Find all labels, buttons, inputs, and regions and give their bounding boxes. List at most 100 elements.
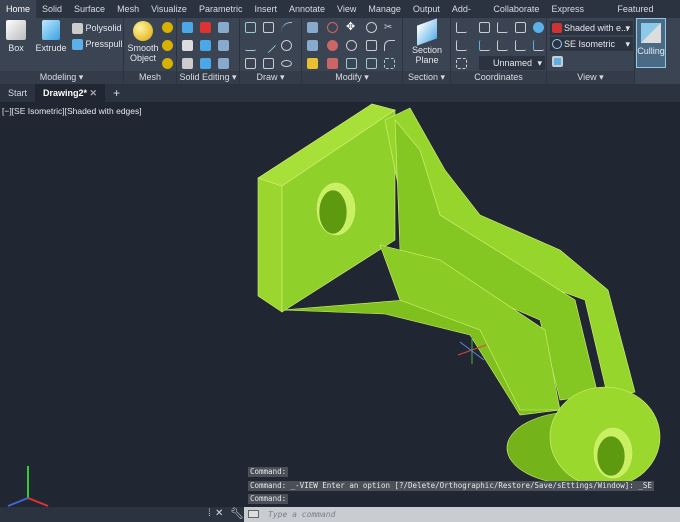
rectangle-icon[interactable] — [263, 58, 274, 69]
3d-rotate-icon[interactable] — [327, 40, 338, 51]
tab-view[interactable]: View — [331, 0, 362, 18]
move-icon[interactable]: ✥ — [346, 22, 357, 33]
panel-solid-editing: Solid Editing ▾ — [177, 18, 240, 84]
ucs-x-icon[interactable] — [479, 40, 490, 51]
scale-icon[interactable] — [346, 58, 357, 69]
union-icon[interactable] — [182, 22, 193, 33]
recent-commands-icon[interactable] — [248, 510, 259, 518]
refine-mesh-icon[interactable] — [162, 58, 173, 69]
panel-label-section[interactable]: Section ▾ — [403, 71, 450, 84]
ucs-origin-icon[interactable] — [497, 22, 508, 33]
named-ucs-dropdown[interactable]: Unnamed ▾ — [479, 56, 545, 70]
visual-style-dropdown[interactable]: Shaded with e... ▾ — [550, 21, 633, 35]
presspull-icon — [72, 39, 83, 51]
slice-icon[interactable] — [200, 40, 211, 51]
panel-label-view[interactable]: View ▾ — [547, 71, 634, 84]
tab-featured-apps[interactable]: Featured Apps — [611, 0, 680, 32]
command-input[interactable]: Type a command — [244, 507, 680, 522]
offset-icon[interactable] — [366, 58, 377, 69]
close-tab-icon[interactable]: ✕ — [90, 88, 98, 98]
tab-start[interactable]: Start — [0, 84, 35, 102]
spline-icon[interactable] — [245, 40, 256, 51]
section-plane-button[interactable]: Section Plane — [407, 18, 447, 65]
mirror-icon[interactable] — [307, 22, 318, 33]
new-tab-button[interactable]: + — [105, 84, 128, 102]
customize-wrench-icon[interactable]: 🔧︎ — [230, 507, 244, 520]
interfere-icon[interactable] — [182, 58, 193, 69]
edit-icon[interactable] — [307, 58, 318, 69]
tab-surface[interactable]: Surface — [68, 0, 111, 18]
tab-collaborate[interactable]: Collaborate — [487, 0, 545, 18]
box-label: Box — [8, 43, 24, 53]
tab-insert[interactable]: Insert — [248, 0, 283, 18]
presspull-button[interactable]: Presspull — [72, 39, 123, 51]
tab-mesh[interactable]: Mesh — [111, 0, 145, 18]
line-icon[interactable] — [260, 37, 277, 54]
smooth-more-icon[interactable] — [162, 22, 173, 33]
smooth-object-button[interactable]: Smooth Object — [127, 21, 159, 63]
extract-edges-icon[interactable] — [218, 22, 229, 33]
ellipse-icon[interactable] — [281, 60, 292, 67]
extrude-button[interactable]: Extrude — [34, 20, 68, 53]
ucs-previous-icon[interactable] — [515, 22, 526, 33]
tab-express-tools[interactable]: Express Tools — [545, 0, 611, 32]
tab-manage[interactable]: Manage — [362, 0, 407, 18]
3d-orbit-icon[interactable] — [327, 22, 338, 33]
ucs-icon-properties[interactable] — [533, 22, 544, 33]
box-icon — [6, 20, 26, 40]
viewpoint-dropdown[interactable]: SE Isometric ▾ — [550, 37, 633, 51]
visual-style-icon — [552, 23, 562, 33]
polyline-icon[interactable] — [245, 22, 256, 33]
ucs-3point-icon[interactable] — [533, 40, 544, 51]
array-icon[interactable] — [384, 58, 395, 69]
smooth-less-icon[interactable] — [162, 40, 173, 51]
drag-handle-icon[interactable]: ⁞ — [208, 508, 211, 519]
ucs-object-icon[interactable] — [456, 58, 467, 69]
tab-home[interactable]: Home — [0, 0, 37, 18]
tab-solid[interactable]: Solid — [36, 0, 68, 18]
panel-label-mesh[interactable]: Mesh — [124, 71, 176, 84]
ucs-axis-icon — [7, 466, 49, 507]
3d-scale-icon[interactable] — [327, 58, 338, 69]
trim-icon[interactable]: ✂ — [384, 22, 395, 33]
panel-label-draw[interactable]: Draw ▾ — [240, 71, 301, 84]
stretch-icon[interactable] — [366, 40, 377, 51]
shell-icon[interactable] — [218, 58, 229, 69]
circle-icon[interactable] — [281, 40, 292, 51]
panel-label-coordinates[interactable]: Coordinates — [451, 71, 546, 84]
intersect-icon[interactable] — [182, 40, 193, 51]
panel-label-modify[interactable]: Modify ▾ — [302, 71, 402, 84]
align-icon[interactable] — [307, 40, 318, 51]
ucs-view-icon[interactable] — [456, 40, 467, 51]
tab-parametric[interactable]: Parametric — [193, 0, 249, 18]
model-viewport[interactable] — [0, 102, 680, 507]
rotate-icon[interactable] — [346, 40, 357, 51]
tab-visualize[interactable]: Visualize — [145, 0, 193, 18]
panel-mesh: Smooth Object Mesh — [124, 18, 177, 84]
ucs-world-icon[interactable] — [479, 22, 490, 33]
panel-modify: ✥ ✂ Modify ▾ — [302, 18, 403, 84]
separate-icon[interactable] — [218, 40, 229, 51]
tab-annotate[interactable]: Annotate — [283, 0, 331, 18]
ucs-y-icon[interactable] — [497, 40, 508, 51]
tab-add-ins[interactable]: Add-ins — [446, 0, 487, 32]
polysolid-button[interactable]: Polysolid — [72, 23, 122, 35]
polygon-icon[interactable] — [245, 58, 256, 69]
fillet-icon[interactable] — [384, 40, 395, 51]
ucs-z-icon[interactable] — [515, 40, 526, 51]
panel-label-solid-editing[interactable]: Solid Editing ▾ — [177, 71, 239, 84]
thicken-icon[interactable] — [200, 58, 211, 69]
tab-drawing2[interactable]: Drawing2* ✕ — [35, 84, 106, 102]
tab-output[interactable]: Output — [407, 0, 446, 18]
panel-label-modeling[interactable]: Modeling ▾ — [0, 71, 123, 84]
copy-icon[interactable] — [366, 22, 377, 33]
close-command-line-icon[interactable]: ✕ — [215, 508, 223, 519]
culling-button[interactable]: Culling — [636, 18, 666, 68]
arc-icon[interactable] — [281, 22, 292, 33]
subtract-icon[interactable] — [200, 22, 211, 33]
viewport-controls-label[interactable]: [−][SE Isometric][Shaded with edges] — [2, 106, 142, 116]
box-button[interactable]: Box — [4, 20, 28, 53]
helix-icon[interactable] — [263, 22, 274, 33]
ucs-icon[interactable] — [456, 22, 467, 33]
viewport-config-icon[interactable] — [552, 56, 563, 67]
